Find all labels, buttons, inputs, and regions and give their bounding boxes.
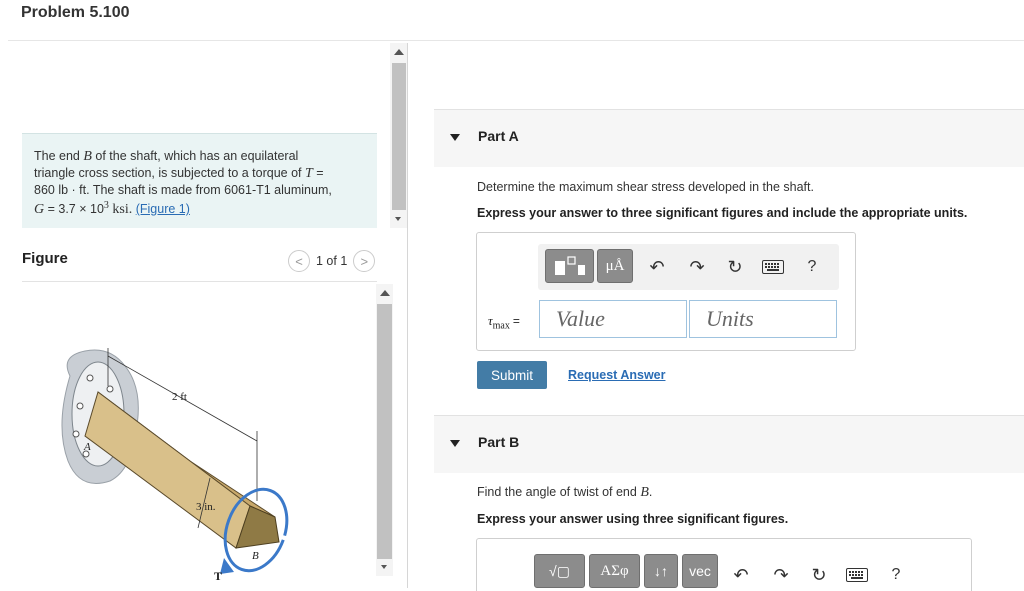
left-panel: The end B of the shaft, which has an equ… [0, 41, 410, 591]
tau-max-label: τmax = [488, 313, 520, 332]
help-button[interactable]: ? [885, 564, 907, 586]
keyboard-icon[interactable] [761, 256, 785, 278]
part-a-header[interactable]: Part A [434, 109, 1024, 167]
modulus-variable: G [34, 202, 45, 218]
templates-icon [554, 256, 585, 275]
variable-subscript: max [492, 320, 510, 332]
submit-button[interactable]: Submit [477, 361, 547, 389]
bolt-icon [86, 374, 94, 382]
next-figure-button[interactable]: > [353, 250, 376, 272]
part-a-toolbar: μÅ ↶ ↷ ↻ ? [538, 244, 839, 290]
part-b-header[interactable]: Part B [434, 415, 1024, 473]
part-b-title: Part B [478, 434, 520, 450]
figure-link[interactable]: (Figure 1) [136, 202, 190, 216]
problem-title: Problem 5.100 [21, 4, 130, 21]
torque-variable: T [305, 166, 313, 181]
prompt-text: . [648, 485, 653, 499]
pager-text: 1 of 1 [316, 254, 348, 268]
templates-button[interactable] [545, 249, 594, 283]
greek-button[interactable]: ΑΣφ [589, 554, 640, 588]
part-a-prompt: Determine the maximum shear stress devel… [477, 180, 814, 194]
reset-icon[interactable]: ↻ [724, 256, 746, 278]
equals-sign: = [512, 314, 520, 328]
side-dimension-label: 3 in. [196, 501, 216, 513]
reset-icon[interactable]: ↻ [808, 564, 830, 586]
prompt-text: Find the angle of twist of end [477, 485, 637, 499]
collapse-triangle-icon[interactable] [450, 440, 460, 447]
statement-text: The end [34, 149, 80, 163]
part-a-instruction: Express your answer to three significant… [477, 206, 968, 220]
bolt-icon [76, 402, 84, 410]
units-input[interactable]: Units [689, 300, 837, 338]
undo-icon[interactable]: ↶ [646, 256, 668, 278]
torque-label: T [214, 569, 222, 583]
help-button[interactable]: ? [801, 256, 823, 278]
request-answer-link[interactable]: Request Answer [568, 368, 665, 382]
statement-scrollbar[interactable] [390, 43, 408, 228]
figure-scrollbar[interactable] [376, 284, 393, 576]
part-b-prompt: Find the angle of twist of end B. [477, 485, 652, 501]
collapse-triangle-icon[interactable] [450, 134, 460, 141]
part-b-instruction: Express your answer using three signific… [477, 512, 789, 526]
figure-label: Figure [22, 250, 68, 267]
keyboard-icon[interactable] [845, 564, 869, 586]
panel-divider [407, 43, 408, 588]
scroll-thumb[interactable] [377, 304, 392, 559]
point-b-label: B [252, 550, 259, 562]
bolt-icon [72, 430, 80, 438]
modulus-unit: ksi. [112, 202, 133, 218]
bolt-icon [106, 385, 114, 393]
modulus-value: = 3.7 × 10 [47, 202, 104, 217]
vector-button[interactable]: vec [682, 554, 718, 588]
problem-statement-box: The end B of the shaft, which has an equ… [22, 133, 377, 228]
scroll-up-arrow-icon[interactable] [380, 290, 390, 296]
length-dimension-label: 2 ft [172, 391, 187, 403]
figure-divider [22, 281, 377, 282]
figure-pager: < 1 of 1 > [288, 250, 376, 272]
undo-icon[interactable]: ↶ [730, 564, 752, 586]
scroll-up-arrow-icon[interactable] [394, 49, 404, 55]
units-button[interactable]: μÅ [597, 249, 633, 283]
scroll-down-arrow-icon[interactable] [395, 217, 401, 221]
scroll-thumb[interactable] [392, 63, 406, 210]
redo-icon[interactable]: ↷ [686, 256, 708, 278]
arrows-button[interactable]: ↓↑ [644, 554, 678, 588]
redo-icon[interactable]: ↷ [770, 564, 792, 586]
problem-statement: The end B of the shaft, which has an equ… [34, 148, 334, 218]
end-variable: B [83, 149, 92, 164]
prev-figure-button[interactable]: < [288, 250, 310, 272]
value-input[interactable]: Value [539, 300, 687, 338]
modulus-exponent: 3 [103, 200, 109, 211]
templates-button[interactable]: √▢ [534, 554, 585, 588]
statement-text: . The shaft is made from 6061-T1 aluminu… [86, 183, 332, 197]
scroll-down-arrow-icon[interactable] [381, 565, 387, 569]
shaft-figure: 2 ft 3 in. A B T [61, 348, 289, 583]
prompt-variable: B [640, 485, 649, 500]
part-b-toolbar: √▢ ΑΣφ ↓↑ vec ↶ ↷ ↻ ? [530, 552, 920, 591]
point-a-label: A [83, 441, 91, 453]
part-a-title: Part A [478, 128, 519, 144]
